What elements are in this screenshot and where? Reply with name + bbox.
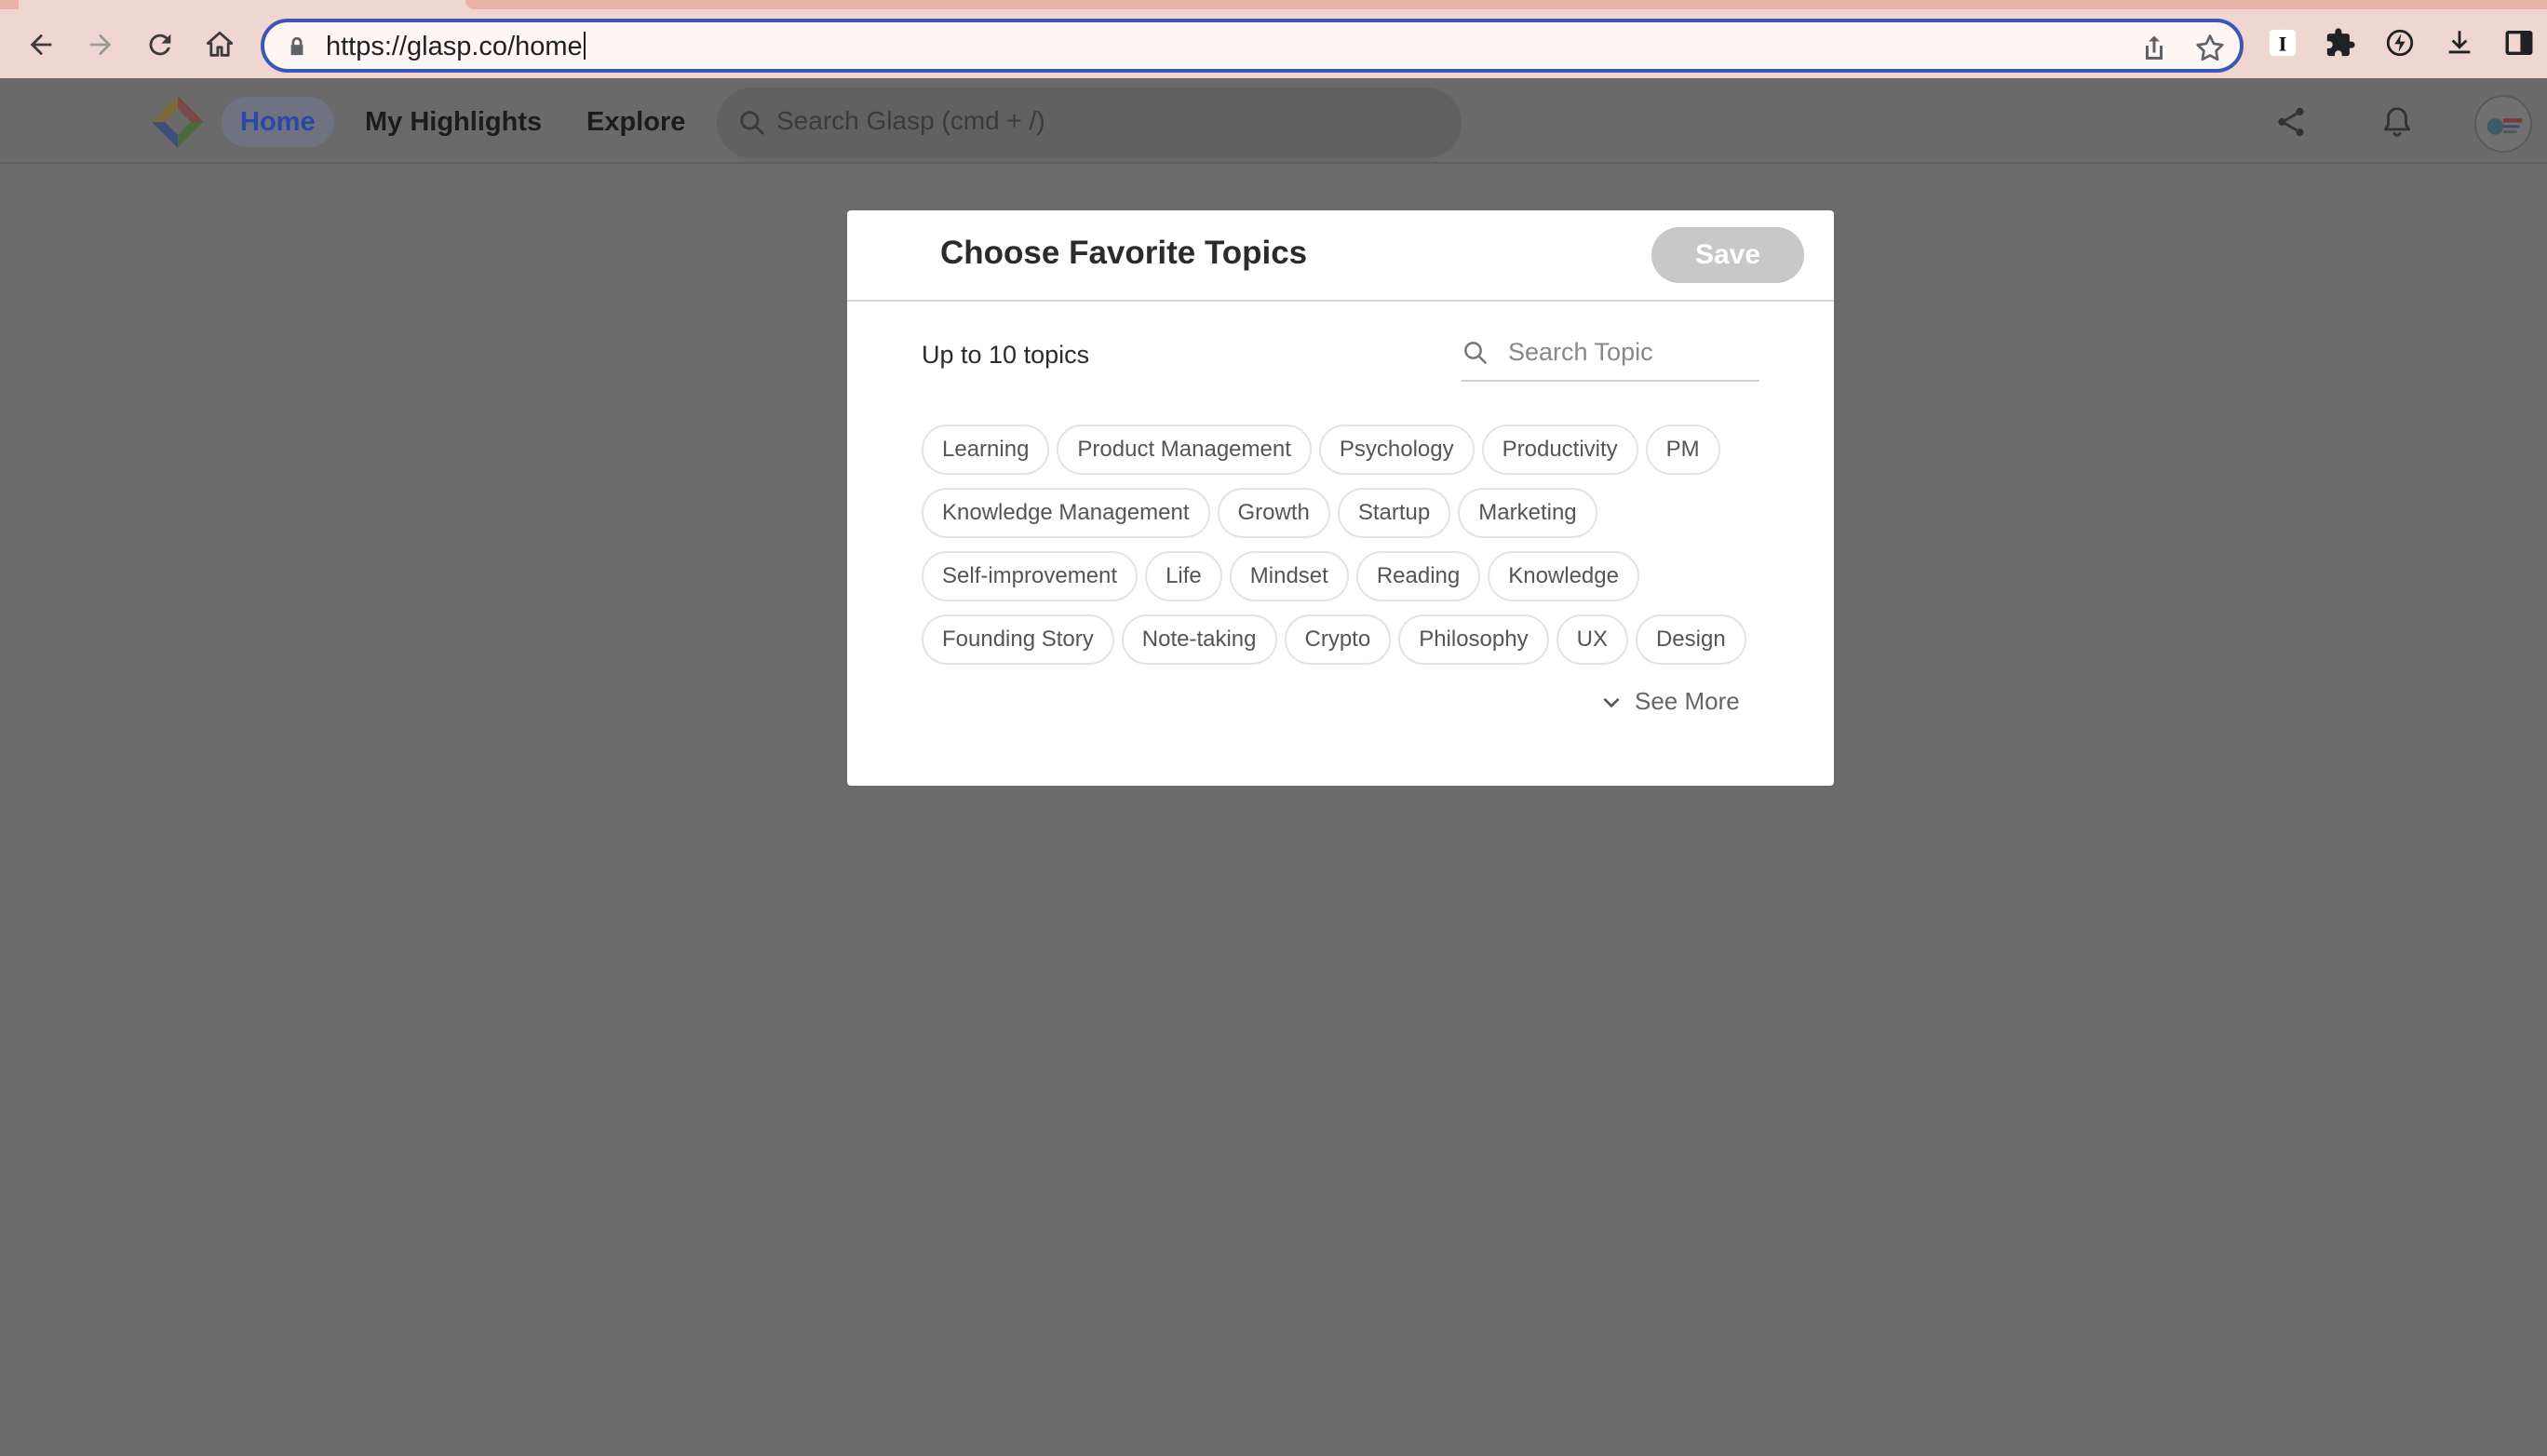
topic-chip[interactable]: Self-improvement — [922, 551, 1139, 601]
topic-chip[interactable]: Product Management — [1057, 425, 1312, 475]
topic-chip[interactable]: PM — [1645, 425, 1720, 475]
topic-search-field[interactable] — [1462, 328, 1759, 382]
topic-chip[interactable]: Reading — [1355, 551, 1481, 601]
topic-chip[interactable]: Mindset — [1229, 551, 1349, 601]
download-icon[interactable] — [2441, 24, 2478, 61]
topic-chip[interactable]: Note-taking — [1121, 614, 1277, 665]
topic-row: Knowledge Management Growth Startup Mark… — [922, 488, 1597, 538]
url-text[interactable]: https://glasp.co/home — [326, 32, 586, 62]
topic-chip[interactable]: Founding Story — [922, 614, 1114, 665]
see-more-button[interactable]: See More — [1599, 687, 1740, 716]
topic-chip[interactable]: Knowledge Management — [922, 488, 1210, 538]
topic-chip[interactable]: UX — [1556, 614, 1628, 665]
topic-chip[interactable]: Startup — [1337, 488, 1451, 538]
topic-chip[interactable]: Growth — [1217, 488, 1330, 538]
text-caret — [583, 32, 586, 60]
url-path: /home — [507, 32, 583, 61]
reload-icon — [149, 34, 171, 56]
back-button[interactable] — [17, 20, 65, 69]
save-button[interactable]: Save — [1651, 227, 1804, 283]
glasp-search-placeholder: Search Glasp (cmd + /) — [776, 106, 1045, 135]
nav-home[interactable]: Home — [222, 97, 334, 147]
app-header: Home My Highlights Explore Search Glasp … — [0, 78, 2547, 164]
topic-chip[interactable]: Philosophy — [1398, 614, 1549, 665]
topic-chip[interactable]: Crypto — [1284, 614, 1392, 665]
extensions-puzzle-icon[interactable] — [2322, 24, 2359, 61]
see-more-label: See More — [1635, 687, 1740, 715]
address-bar[interactable]: https://glasp.co/home — [261, 19, 2244, 73]
bookmark-star-icon[interactable] — [2193, 32, 2227, 65]
url-host: https://glasp.co — [326, 32, 508, 61]
home-icon — [206, 31, 234, 57]
forward-button[interactable] — [76, 20, 125, 69]
tab-strip — [465, 0, 2547, 9]
chevron-down-icon — [1603, 697, 1620, 708]
reload-button[interactable] — [136, 20, 184, 69]
topic-search-input[interactable] — [1508, 333, 1750, 371]
topic-row: Learning Product Management Psychology P… — [922, 425, 1720, 475]
dialog-header: Choose Favorite Topics Save — [847, 210, 1834, 302]
topic-chip[interactable]: Productivity — [1481, 425, 1638, 475]
browser-toolbar: https://glasp.co/home I — [0, 0, 2547, 78]
topic-chip[interactable]: Life — [1145, 551, 1222, 601]
search-icon — [740, 111, 765, 136]
glasp-logo[interactable] — [149, 93, 207, 151]
nav-my-highlights[interactable]: My Highlights — [346, 97, 560, 147]
nav-explore[interactable]: Explore — [568, 97, 704, 147]
topic-chip[interactable]: Knowledge — [1488, 551, 1639, 601]
tab-strip-edge — [0, 0, 19, 9]
arrow-right-icon — [89, 34, 112, 56]
side-panel-icon[interactable] — [2500, 24, 2538, 61]
home-button[interactable] — [195, 20, 244, 69]
glasp-search-input[interactable]: Search Glasp (cmd + /) — [717, 88, 1462, 158]
search-icon — [1464, 342, 1488, 365]
topic-row: Founding Story Note-taking Crypto Philos… — [922, 614, 1746, 665]
extension-i-icon[interactable]: I — [2264, 24, 2301, 61]
topic-row: Self-improvement Life Mindset Reading Kn… — [922, 551, 1639, 601]
svg-text:I: I — [2279, 33, 2287, 56]
topic-limit-text: Up to 10 topics — [922, 341, 1090, 369]
share-page-icon[interactable] — [2137, 32, 2171, 65]
favorite-topics-dialog: Choose Favorite Topics Save Up to 10 top… — [847, 210, 1834, 786]
topic-chip[interactable]: Learning — [922, 425, 1050, 475]
topic-chip[interactable]: Marketing — [1458, 488, 1597, 538]
arrow-left-icon — [30, 34, 52, 56]
topic-chip[interactable]: Psychology — [1318, 425, 1475, 475]
bell-icon[interactable] — [2372, 97, 2422, 147]
topic-chip[interactable]: Design — [1635, 614, 1746, 665]
dialog-title: Choose Favorite Topics — [940, 235, 1308, 271]
lock-icon — [290, 36, 303, 56]
performance-icon[interactable] — [2381, 24, 2419, 61]
avatar[interactable] — [2474, 95, 2532, 153]
share-icon[interactable] — [2266, 97, 2316, 147]
